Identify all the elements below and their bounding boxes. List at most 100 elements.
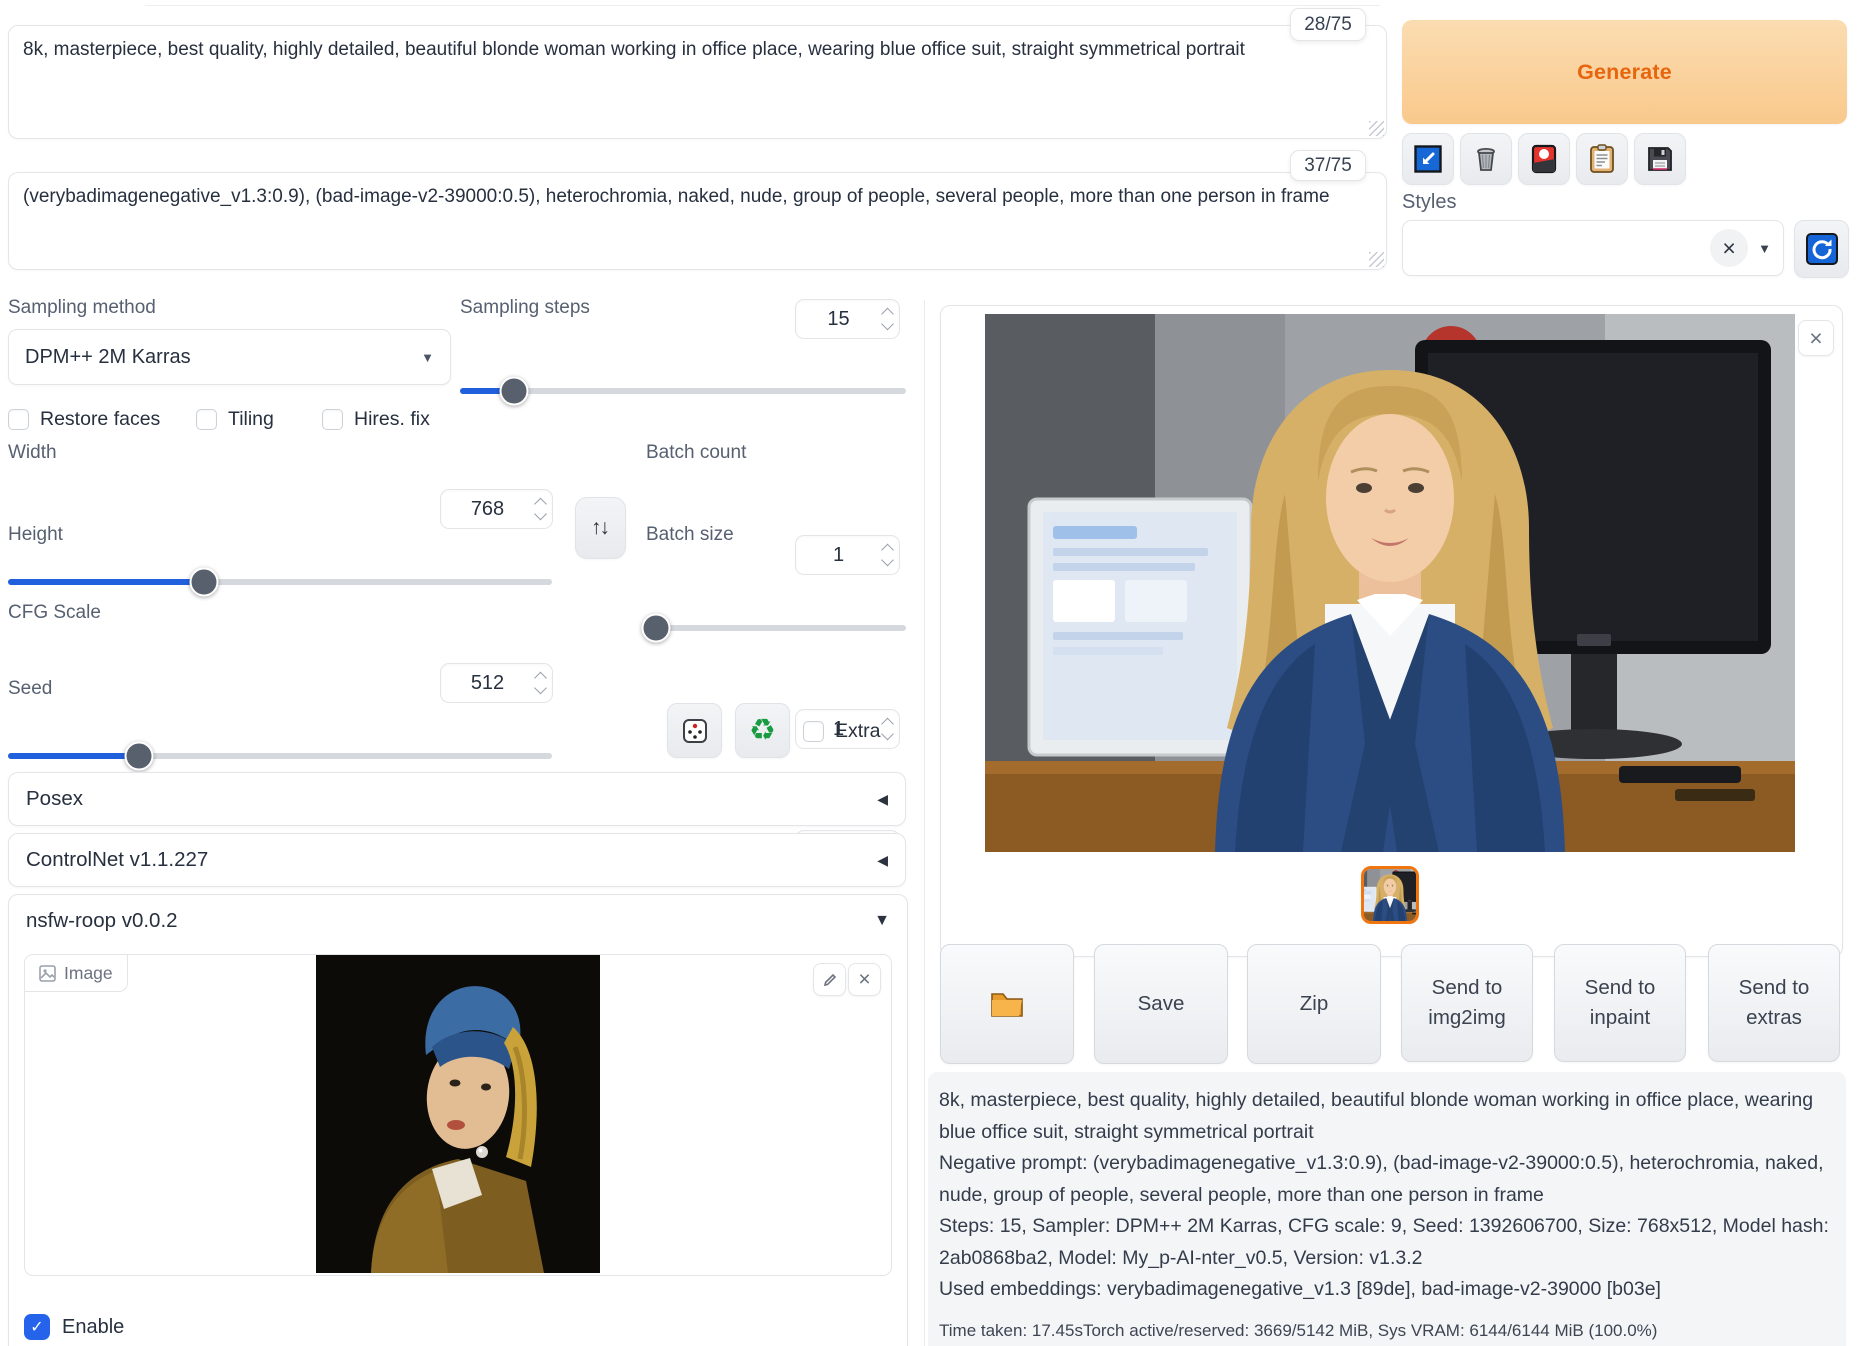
thumbnail-image — [1364, 869, 1416, 921]
prompt-container — [8, 25, 1387, 139]
txt2img-page: 28/75 37/75 Sampling method DPM++ 2M Kar… — [0, 0, 1865, 1346]
prompt-input[interactable] — [8, 25, 1387, 139]
recycle-icon: ♻ — [749, 716, 776, 746]
restore-faces-checkbox[interactable] — [8, 409, 29, 430]
height-label: Height — [8, 524, 63, 546]
negative-prompt-resize-handle[interactable] — [1369, 252, 1384, 267]
stepper-arrows[interactable] — [536, 500, 545, 519]
generated-image[interactable] — [985, 314, 1795, 852]
tiling-checkbox[interactable] — [196, 409, 217, 430]
tiling-label: Tiling — [228, 408, 274, 431]
folder-icon — [989, 988, 1025, 1020]
clipboard-icon — [1589, 144, 1615, 174]
open-folder-button[interactable] — [940, 944, 1074, 1064]
show-extra-networks-button[interactable] — [1518, 133, 1570, 185]
refresh-styles-button[interactable] — [1794, 220, 1849, 278]
slider-handle[interactable] — [124, 742, 153, 771]
width-numbox — [440, 489, 553, 529]
slider-handle[interactable] — [189, 568, 218, 597]
slider-handle[interactable] — [642, 614, 671, 643]
send-to-inpaint-button[interactable]: Send to inpaint — [1554, 944, 1686, 1062]
stepper-arrows[interactable] — [536, 674, 545, 693]
height-slider[interactable] — [8, 753, 552, 759]
accordion-controlnet[interactable]: ControlNet v1.1.227 ◀ — [8, 833, 906, 887]
reuse-seed-button[interactable]: ♻ — [735, 703, 790, 758]
close-icon: × — [858, 969, 870, 990]
paste-generation-params-button[interactable] — [1576, 133, 1628, 185]
extra-checkbox[interactable] — [803, 721, 824, 742]
card-image-icon — [1531, 144, 1557, 174]
info-negative-prompt: Negative prompt: (verybadimagenegative_v… — [939, 1148, 1835, 1211]
styles-dropdown[interactable]: × ▼ — [1402, 220, 1784, 276]
stepper-arrows[interactable] — [883, 720, 892, 739]
width-slider[interactable] — [8, 579, 552, 585]
batch-count-label: Batch count — [646, 442, 746, 464]
sampling-method-dropdown[interactable]: DPM++ 2M Karras ▼ — [8, 329, 451, 385]
interrupt-arrow-button[interactable] — [1402, 133, 1454, 185]
batch-count-slider[interactable] — [646, 625, 906, 631]
height-numbox — [440, 663, 553, 703]
hires-fix-checkbox[interactable] — [322, 409, 343, 430]
image-icon — [39, 965, 56, 982]
generate-button[interactable]: Generate — [1402, 20, 1847, 124]
roop-source-image[interactable] — [316, 955, 600, 1273]
roop-enable-option[interactable]: ✓ Enable — [24, 1314, 124, 1340]
info-prompt: 8k, masterpiece, best quality, highly de… — [939, 1085, 1835, 1148]
stepper-arrows[interactable] — [883, 310, 892, 329]
send-to-img2img-button[interactable]: Send to img2img — [1401, 944, 1533, 1062]
close-preview-button[interactable]: × — [1798, 320, 1834, 356]
tab-image[interactable]: Image — [25, 955, 128, 992]
column-divider — [924, 300, 925, 1346]
chevron-down-icon[interactable]: ▼ — [1758, 241, 1771, 256]
sampling-method-label: Sampling method — [8, 297, 156, 319]
chevron-left-icon: ◀ — [877, 791, 888, 808]
tab-image-label: Image — [64, 963, 113, 984]
top-divider — [145, 5, 1380, 6]
seed-extra-option[interactable]: Extra — [803, 720, 881, 743]
trash-icon — [1472, 145, 1500, 173]
prompt-resize-handle[interactable] — [1369, 121, 1384, 136]
roop-image-dropzone[interactable]: Image × — [24, 954, 892, 1276]
stepper-arrows[interactable] — [883, 546, 892, 565]
negative-prompt-input[interactable] — [8, 172, 1387, 270]
save-button[interactable]: Save — [1094, 944, 1228, 1064]
info-embeddings: Used embeddings: verybadimagenegative_v1… — [939, 1274, 1835, 1306]
save-style-button[interactable] — [1634, 133, 1686, 185]
random-seed-button[interactable] — [667, 703, 722, 758]
swap-dimensions-button[interactable]: ↑↓ — [575, 497, 626, 559]
width-label: Width — [8, 442, 57, 464]
accordion-roop-header[interactable]: nsfw-roop v0.0.2 ▼ — [9, 895, 907, 933]
slider-handle[interactable] — [499, 377, 528, 406]
clear-prompt-button[interactable] — [1460, 133, 1512, 185]
refresh-icon — [1806, 233, 1838, 265]
check-icon: ✓ — [30, 1317, 43, 1337]
tiling-option[interactable]: Tiling — [196, 408, 274, 431]
styles-clear-button[interactable]: × — [1710, 229, 1748, 267]
accordion-posex[interactable]: Posex ◀ — [8, 772, 906, 826]
enable-checkbox[interactable]: ✓ — [24, 1314, 50, 1340]
zip-button[interactable]: Zip — [1247, 944, 1381, 1064]
restore-faces-option[interactable]: Restore faces — [8, 408, 160, 431]
enable-label: Enable — [62, 1316, 124, 1339]
gallery-thumbnail[interactable] — [1361, 866, 1419, 924]
cfg-scale-label: CFG Scale — [8, 602, 101, 624]
sampling-steps-slider[interactable] — [460, 388, 906, 394]
edit-image-button[interactable] — [813, 963, 846, 996]
hires-fix-option[interactable]: Hires. fix — [322, 408, 430, 431]
accordion-roop-title: nsfw-roop v0.0.2 — [26, 909, 178, 933]
sampling-method-value: DPM++ 2M Karras — [25, 346, 191, 369]
close-icon: × — [1809, 327, 1822, 350]
clear-image-button[interactable]: × — [848, 963, 881, 996]
pencil-icon — [822, 972, 838, 988]
batch-count-numbox — [795, 535, 900, 575]
generation-info: 8k, masterpiece, best quality, highly de… — [928, 1072, 1846, 1346]
close-icon: × — [1722, 237, 1735, 260]
swap-arrows-icon: ↑↓ — [591, 516, 610, 540]
dice-icon — [680, 716, 710, 746]
hires-fix-label: Hires. fix — [354, 408, 430, 431]
accordion-controlnet-title: ControlNet v1.1.227 — [26, 848, 208, 872]
chevron-down-icon: ▼ — [874, 912, 890, 930]
seed-label: Seed — [8, 678, 52, 700]
send-to-extras-button[interactable]: Send to extras — [1708, 944, 1840, 1062]
chevron-left-icon: ◀ — [877, 852, 888, 869]
